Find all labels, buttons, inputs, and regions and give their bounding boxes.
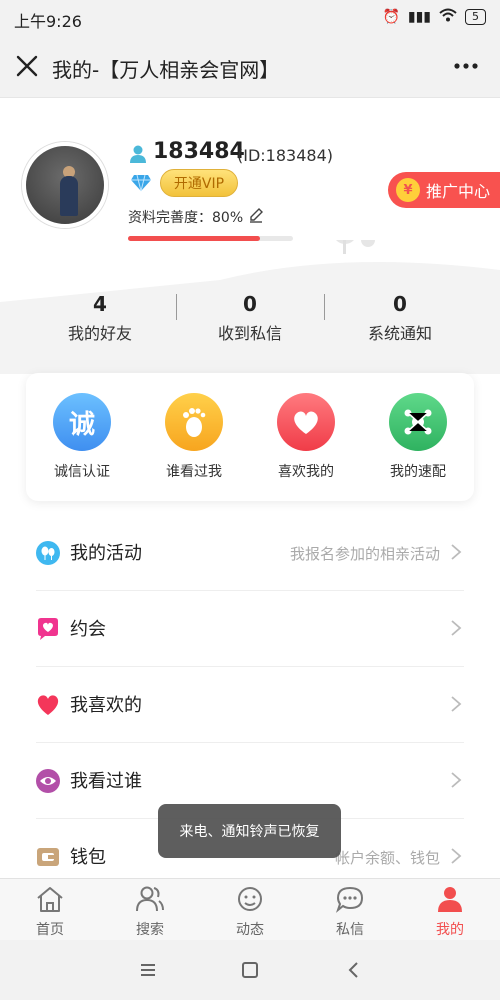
completeness-progress-fill — [128, 236, 260, 241]
quick-action-match[interactable]: 我的速配 — [362, 393, 474, 481]
tab-home[interactable]: 首页 — [0, 885, 100, 939]
stat-label: 我的好友 — [67, 324, 132, 343]
footprint-icon — [165, 393, 223, 451]
stat-friends[interactable]: 4 我的好友 — [25, 292, 175, 344]
match-icon — [389, 393, 447, 451]
menu-item-hint: 我报名参加的相亲活动 — [289, 545, 440, 563]
tab-label: 我的 — [436, 922, 464, 938]
avatar-figure — [60, 176, 78, 216]
menu-item-label: 我看过谁 — [70, 771, 142, 792]
menu-item-label: 我的活动 — [70, 543, 142, 564]
tab-moments[interactable]: 动态 — [200, 885, 300, 939]
activity-icon — [36, 541, 60, 565]
integrity-icon: 诚 — [53, 393, 111, 451]
more-icon[interactable] — [452, 54, 480, 78]
chevron-right-icon — [451, 544, 462, 560]
chevron-right-icon — [451, 620, 462, 636]
close-icon[interactable] — [14, 53, 40, 79]
user-icon — [130, 145, 146, 163]
search-people-icon — [136, 886, 164, 912]
completeness-progress — [128, 236, 293, 241]
title-bar: 我的-【万人相亲会官网】 — [0, 36, 500, 98]
home-button-icon[interactable] — [238, 958, 262, 982]
status-bar: 上午9:26 ⏰ ▮▮▮ 5 — [0, 0, 500, 36]
completeness-label: 资料完善度：80% — [128, 210, 244, 226]
stat-label: 系统通知 — [367, 324, 432, 343]
stat-count: 4 — [93, 292, 107, 316]
signal-icon: ▮▮▮ — [407, 9, 431, 25]
heart-icon — [277, 393, 335, 451]
stat-notifications[interactable]: 0 系统通知 — [325, 292, 475, 344]
menu-item-label: 约会 — [70, 619, 106, 640]
menu-item-activities[interactable]: 我的活动 我报名参加的相亲活动 — [36, 515, 464, 591]
quick-action-label: 我的速配 — [390, 464, 446, 480]
promo-center-label: 推广中心 — [426, 182, 491, 201]
tab-label: 搜索 — [136, 922, 164, 938]
chevron-right-icon — [451, 696, 462, 712]
username: 183484 — [153, 139, 245, 164]
wallet-icon — [37, 848, 59, 866]
home-icon — [37, 887, 63, 912]
eye-icon — [36, 769, 60, 793]
promo-center-button[interactable]: ¥ 推广中心 — [388, 172, 500, 208]
tab-profile[interactable]: 我的 — [400, 885, 500, 939]
quick-action-visitors[interactable]: 谁看过我 — [138, 393, 250, 481]
avatar[interactable] — [22, 142, 108, 228]
menu-item-label: 钱包 — [70, 847, 106, 868]
stat-messages[interactable]: 0 收到私信 — [175, 292, 325, 344]
quick-action-label: 谁看过我 — [166, 464, 222, 480]
diamond-icon — [131, 174, 151, 192]
menu-item-label: 我喜欢的 — [70, 695, 142, 716]
profile-icon — [438, 887, 462, 912]
quick-action-integrity[interactable]: 诚 诚信认证 — [26, 393, 138, 481]
battery-indicator: 5 — [465, 9, 486, 25]
yen-icon: ¥ — [396, 178, 420, 202]
wifi-icon — [439, 8, 457, 26]
alarm-icon: ⏰ — [382, 9, 400, 25]
quick-action-label: 喜欢我的 — [278, 464, 334, 480]
toast-message: 来电、通知铃声已恢复 — [158, 804, 341, 858]
status-icons: ⏰ ▮▮▮ 5 — [382, 8, 486, 26]
stat-count: 0 — [393, 292, 407, 316]
tab-label: 首页 — [36, 922, 64, 938]
menu-item-hint: 帐户余额、钱包 — [334, 849, 440, 867]
menu-item-dating[interactable]: 约会 — [36, 591, 464, 667]
tab-search[interactable]: 搜索 — [100, 885, 200, 939]
user-id: (ID:183484) — [237, 146, 333, 165]
menu-item-my-likes[interactable]: 我喜欢的 — [36, 667, 464, 743]
tab-label: 私信 — [336, 922, 364, 938]
quick-actions-card: 诚 诚信认证 谁看过我 喜欢我的 我的速配 — [26, 373, 474, 501]
quick-action-label: 诚信认证 — [54, 464, 110, 480]
bottom-tab-bar: 首页 搜索 动态 私信 我的 — [0, 878, 500, 940]
chevron-right-icon — [451, 848, 462, 864]
vip-button[interactable]: 开通VIP — [160, 169, 238, 197]
back-icon[interactable] — [342, 958, 366, 982]
heart-icon — [37, 695, 59, 715]
system-nav-bar — [0, 940, 500, 1000]
date-icon — [38, 618, 58, 640]
stat-count: 0 — [243, 292, 257, 316]
edit-icon[interactable] — [248, 207, 264, 223]
page-title: 我的-【万人相亲会官网】 — [52, 58, 280, 82]
quick-action-liked-me[interactable]: 喜欢我的 — [250, 393, 362, 481]
stat-label: 收到私信 — [217, 324, 282, 343]
chevron-right-icon — [451, 772, 462, 788]
moments-icon — [238, 887, 262, 911]
status-time: 上午9:26 — [14, 12, 82, 31]
tab-label: 动态 — [236, 922, 264, 938]
menu-icon[interactable] — [136, 958, 160, 982]
message-icon — [335, 886, 364, 913]
tab-messages[interactable]: 私信 — [300, 885, 400, 939]
